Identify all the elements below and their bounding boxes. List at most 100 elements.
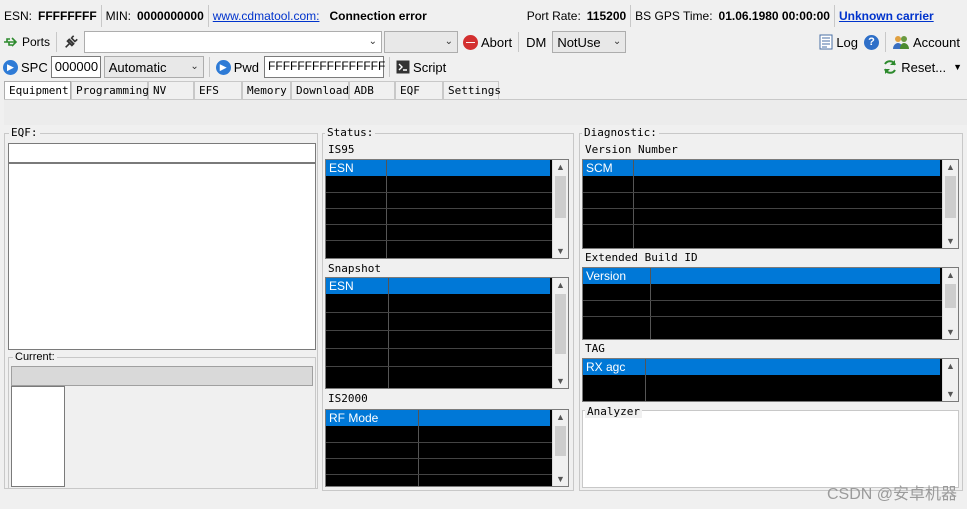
scroll-up-icon[interactable]: ▲	[556, 162, 565, 172]
gps-time-label: BS GPS Time:	[635, 9, 713, 23]
scroll-up-icon[interactable]: ▲	[556, 412, 565, 422]
abort-button[interactable]: — Abort	[460, 31, 515, 53]
connect-button[interactable]	[60, 31, 82, 53]
grid-header: ESN	[326, 160, 550, 176]
tab-efs[interactable]: EFS	[194, 81, 242, 99]
is95-grid[interactable]: ESN ▲ ▼	[325, 159, 569, 259]
grid-column-line	[645, 359, 646, 401]
tag-header: RX agc	[586, 360, 626, 374]
is2000-header: RF Mode	[329, 411, 379, 425]
reset-button[interactable]: Reset... ▼	[879, 56, 965, 78]
scroll-down-icon[interactable]: ▼	[946, 327, 955, 337]
scroll-up-icon[interactable]: ▲	[946, 361, 955, 371]
vertical-scrollbar[interactable]: ▲ ▼	[942, 160, 958, 248]
eqf-input[interactable]	[8, 143, 316, 163]
tab-settings[interactable]: Settings	[443, 81, 501, 99]
tab-strip: Equipment Programming NV EFS Memory Down…	[4, 81, 501, 100]
port-select[interactable]: ⌄	[84, 31, 383, 53]
analyzer-area[interactable]	[582, 410, 959, 488]
tab-eqf[interactable]: EQF	[395, 81, 443, 99]
script-button[interactable]: Script	[393, 56, 449, 78]
gps-time-value: 01.06.1980 00:00:00	[718, 9, 830, 23]
grid-column-line	[386, 160, 387, 258]
help-button[interactable]: ?	[861, 31, 882, 53]
scroll-down-icon[interactable]: ▼	[556, 376, 565, 386]
chevron-down-icon: ⌄	[444, 36, 454, 47]
snapshot-grid[interactable]: ESN ▲ ▼	[325, 277, 569, 389]
spc-label: SPC	[21, 59, 48, 75]
play-icon: ▶	[215, 59, 231, 75]
grid-header: ESN	[326, 278, 550, 294]
scroll-down-icon[interactable]: ▼	[946, 389, 955, 399]
watermark: CSDN @安卓机器	[826, 486, 957, 503]
spc-mode-value: Automatic	[108, 60, 167, 75]
version-number-grid[interactable]: SCM ▲ ▼	[582, 159, 959, 249]
scroll-down-icon[interactable]: ▼	[556, 474, 565, 484]
connection-status: Connection error	[329, 9, 427, 23]
is2000-label: IS2000	[328, 392, 368, 405]
spc-button[interactable]: ▶ SPC	[0, 56, 51, 78]
grid-row-line	[326, 240, 554, 241]
site-link[interactable]: www.cdmatool.com:	[213, 9, 320, 23]
snapshot-header: ESN	[329, 279, 354, 293]
snapshot-label: Snapshot	[328, 262, 381, 275]
tag-label: TAG	[585, 342, 605, 355]
tab-download[interactable]: Download	[291, 81, 349, 99]
vertical-scrollbar[interactable]: ▲ ▼	[942, 268, 958, 339]
scroll-thumb[interactable]	[945, 176, 956, 218]
eqf-list[interactable]	[8, 163, 316, 350]
extended-build-label: Extended Build ID	[585, 251, 698, 264]
toolbar-row-2: ▶ SPC 000000 Automatic ⌄ ▶ Pwd FFFFFFFFF…	[0, 54, 967, 80]
extended-build-grid[interactable]: Version ▲ ▼	[582, 267, 959, 340]
tag-grid[interactable]: RX agc ▲ ▼	[582, 358, 959, 402]
scroll-up-icon[interactable]: ▲	[946, 270, 955, 280]
account-button[interactable]: Account	[889, 31, 963, 53]
spc-mode-select[interactable]: Automatic ⌄	[103, 56, 204, 78]
is2000-grid[interactable]: RF Mode ▲ ▼	[325, 409, 569, 487]
tab-label: Download	[296, 84, 349, 97]
carrier-link[interactable]: Unknown carrier	[839, 9, 934, 23]
tab-label: EFS	[199, 84, 219, 97]
reset-label: Reset...	[901, 59, 947, 75]
grid-column-line	[650, 268, 651, 339]
tab-programming[interactable]: Programming	[71, 81, 149, 99]
tab-nv[interactable]: NV	[148, 81, 194, 99]
current-list[interactable]	[11, 386, 65, 487]
dm-value: NotUse	[557, 35, 601, 50]
grid-row-line	[326, 442, 554, 443]
scroll-thumb[interactable]	[555, 426, 566, 456]
vertical-scrollbar[interactable]: ▲ ▼	[552, 278, 568, 388]
scroll-thumb[interactable]	[555, 176, 566, 218]
port-rate-value: 115200	[586, 9, 627, 23]
ports-button[interactable]: Ports	[0, 31, 53, 53]
port-rate-readout: Port Rate: 115200	[523, 5, 632, 27]
scroll-down-icon[interactable]: ▼	[556, 246, 565, 256]
abort-label: Abort	[481, 34, 513, 50]
tab-label: EQF	[400, 84, 420, 97]
abort-icon: —	[463, 34, 479, 50]
users-icon	[893, 36, 910, 49]
pwd-input[interactable]: FFFFFFFFFFFFFFFF	[264, 56, 385, 78]
spc-input[interactable]: 000000	[50, 56, 101, 78]
vertical-scrollbar[interactable]: ▲ ▼	[552, 410, 568, 486]
tab-memory[interactable]: Memory	[242, 81, 291, 99]
scroll-up-icon[interactable]: ▲	[556, 280, 565, 290]
vertical-scrollbar[interactable]: ▲ ▼	[552, 160, 568, 258]
scroll-up-icon[interactable]: ▲	[946, 162, 955, 172]
log-button[interactable]: Log	[816, 31, 861, 53]
tab-label: Equipment	[9, 84, 69, 97]
dm-select[interactable]: NotUse ⌄	[552, 31, 627, 53]
diagnostic-title: Diagnostic:	[582, 126, 659, 139]
tab-label: Programming	[76, 84, 149, 97]
grid-header: RX agc	[583, 359, 940, 375]
scroll-down-icon[interactable]: ▼	[946, 236, 955, 246]
vertical-scrollbar[interactable]: ▲ ▼	[942, 359, 958, 401]
scroll-thumb[interactable]	[945, 284, 956, 308]
tab-equipment[interactable]: Equipment	[4, 81, 71, 100]
tab-adb[interactable]: ADB	[349, 81, 395, 99]
separator	[389, 57, 391, 77]
pwd-button[interactable]: ▶ Pwd	[213, 56, 262, 78]
port-mode-select[interactable]: ⌄	[384, 31, 459, 53]
min-readout: MIN: 0000000000	[102, 5, 209, 27]
scroll-thumb[interactable]	[555, 294, 566, 354]
